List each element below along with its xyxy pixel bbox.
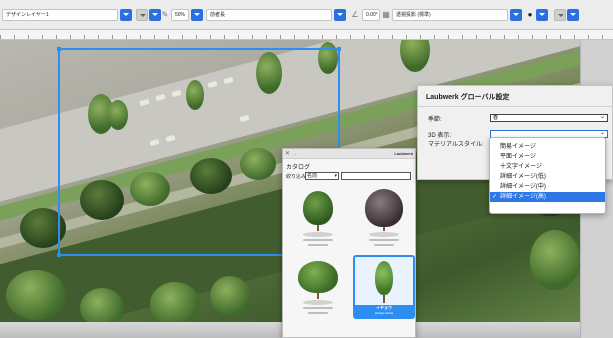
catalog-item[interactable] [287, 255, 349, 319]
class-dropdown-button[interactable] [334, 9, 346, 21]
plant-shadow [303, 232, 333, 237]
season-value: 春 [493, 115, 499, 121]
option-label: 簡易イメージ [500, 144, 536, 150]
catalog-search-input[interactable] [341, 172, 411, 180]
display-option[interactable]: 十文字イメージ [490, 162, 605, 172]
selection-handle[interactable] [57, 47, 61, 51]
render-icon[interactable]: ● [525, 10, 535, 20]
rotation-value: 0.00° [366, 12, 378, 18]
selection-handle[interactable] [337, 47, 341, 51]
item-caption [308, 312, 328, 314]
more-icon[interactable]: … [293, 149, 298, 159]
rotation-icon[interactable]: ∠ [350, 10, 360, 20]
layer-dropdown-button[interactable] [120, 9, 132, 21]
zoom-value: 50% [175, 12, 186, 18]
catalog-filter-row: 絞り込み: 名前 [283, 171, 415, 183]
zoom-field[interactable]: 50% [171, 9, 189, 21]
option-label: 詳細イメージ(中) [500, 184, 546, 190]
settings-title: Laubwerk グローバル設定 [426, 94, 510, 101]
view-dropdown-button[interactable] [510, 9, 522, 21]
view-select[interactable]: 透視投影 (標準) [392, 9, 508, 21]
display-option[interactable]: 詳細イメージ(低) [490, 172, 605, 182]
horizontal-ruler [0, 30, 613, 40]
view-value: 透視投影 (標準) [396, 12, 431, 18]
close-icon[interactable]: ✕ [285, 149, 290, 159]
checkmark-icon: ✓ [492, 194, 498, 200]
filter-value: 名前 [307, 173, 318, 179]
filter-select[interactable]: 名前 [305, 172, 339, 180]
render-dropdown-button[interactable] [536, 9, 548, 21]
display-dropdown-list: 簡易イメージ 平面イメージ 十文字イメージ 詳細イメージ(低) 詳細イメージ(中… [489, 137, 606, 214]
option-label: 平面イメージ [500, 154, 536, 160]
catalog-item-selected[interactable]: イチョウ Ginkgo biloba [353, 255, 415, 319]
selected-latin-name: Ginkgo biloba [374, 311, 394, 315]
zoom-dropdown-button[interactable] [191, 9, 203, 21]
item-caption [374, 244, 394, 246]
catalog-title: Laubwerk [394, 151, 413, 156]
selection-handle[interactable] [57, 253, 61, 257]
lighting-dropdown-button[interactable] [567, 9, 579, 21]
season-select[interactable]: 春 [490, 113, 608, 122]
material-style-label: マテリアルスタイル: [428, 142, 484, 148]
tree [6, 270, 66, 320]
display-option[interactable]: 簡易イメージ [490, 142, 605, 152]
catalog-heading: カタログ [286, 165, 311, 171]
layer-select[interactable]: デザインレイヤー1 [2, 9, 118, 21]
display-option-selected[interactable]: ✓ 詳細イメージ(高) [490, 192, 605, 202]
option-label: 十文字イメージ [500, 164, 542, 170]
plant-shadow [303, 300, 333, 305]
settings-divider [418, 106, 612, 107]
display-option[interactable]: 平面イメージ [490, 152, 605, 162]
selected-item-caption: イチョウ Ginkgo biloba [355, 305, 413, 317]
plant-thumbnail [298, 261, 338, 293]
class-select[interactable]: 前者長 [206, 9, 332, 21]
layer-options-button[interactable] [136, 9, 148, 21]
item-caption [303, 307, 333, 309]
season-label: 季節: [428, 117, 442, 123]
option-label: 詳細イメージ(高) [500, 194, 546, 200]
display-label: 3D 表示: [428, 133, 452, 139]
catalog-titlebar[interactable]: ✕ … Laubwerk [283, 149, 415, 159]
catalog-item[interactable] [287, 187, 349, 251]
layer-value: デザインレイヤー1 [6, 12, 49, 18]
rotation-field[interactable]: 0.00° [362, 9, 380, 21]
item-caption [369, 239, 399, 241]
lighting-button[interactable] [554, 9, 566, 21]
option-label: 詳細イメージ(低) [500, 174, 546, 180]
tree [530, 230, 580, 290]
plant-thumbnail [365, 189, 403, 227]
class-value: 前者長 [210, 12, 226, 18]
display-option[interactable]: 詳細イメージ(中) [490, 182, 605, 192]
tree [210, 276, 250, 316]
plant-shadow [369, 232, 399, 237]
zoom-icon[interactable]: ✎ [160, 10, 170, 20]
catalog-panel: ✕ … Laubwerk カタログ 絞り込み: 名前 イチョ [282, 148, 416, 338]
catalog-item[interactable] [353, 187, 415, 251]
top-toolbar: デザインレイヤー1 ✎ 50% 前者長 ∠ 0.00° ▦ 透視投影 (標準) … [0, 0, 613, 30]
view-grid-icon[interactable]: ▦ [381, 10, 391, 20]
item-caption [308, 244, 328, 246]
plant-thumbnail [303, 191, 333, 225]
plant-thumbnail [375, 261, 393, 295]
item-caption [303, 239, 333, 241]
tree [150, 282, 200, 326]
